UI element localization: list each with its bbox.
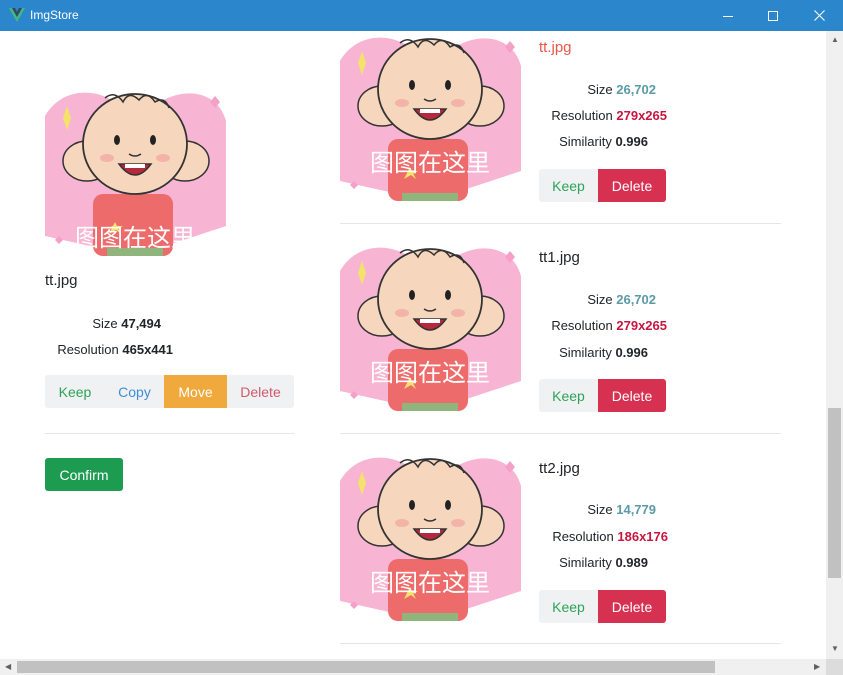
image-watermark: 图图在这里 <box>75 224 195 252</box>
delete-button[interactable]: Delete <box>227 375 294 408</box>
close-icon <box>813 10 825 21</box>
horizontal-scrollbar-thumb[interactable] <box>17 661 715 673</box>
size-label: Size <box>587 82 613 97</box>
duplicate-thumbnail: 图图在这里 <box>340 241 521 411</box>
original-resolution-row: Resolution 465x441 <box>45 342 173 358</box>
minimize-button[interactable] <box>705 0 751 31</box>
duplicate-resolution-row: Resolution 279x265 <box>539 108 667 124</box>
confirm-button[interactable]: Confirm <box>45 458 123 491</box>
similarity-label: Similarity <box>559 345 612 360</box>
image-watermark: 图图在这里 <box>370 359 490 387</box>
resolution-value: 279x265 <box>616 108 667 123</box>
content-area: 图图在这里 tt.jpg Size 47,494 Resolution 465x… <box>0 31 826 659</box>
duplicate-filename: tt2.jpg <box>539 460 580 477</box>
similarity-value: 0.996 <box>615 134 648 149</box>
duplicate-similarity-row: Similarity 0.989 <box>539 555 648 571</box>
duplicate-size-row: Size 26,702 <box>539 82 656 98</box>
maximize-icon <box>768 10 778 21</box>
scroll-left-arrow-icon[interactable]: ◀ <box>5 663 11 671</box>
minimize-icon <box>723 15 733 17</box>
duplicate-size-row: Size 26,702 <box>539 292 656 308</box>
image-watermark: 图图在这里 <box>370 569 490 597</box>
size-label: Size <box>587 502 613 517</box>
similarity-label: Similarity <box>559 555 612 570</box>
original-size-row: Size 47,494 <box>45 316 161 332</box>
size-label: Size <box>587 292 613 307</box>
size-value: 47,494 <box>121 316 161 331</box>
close-button[interactable] <box>796 0 842 31</box>
title-bar: ImgStore <box>0 0 843 31</box>
vertical-scrollbar-thumb[interactable] <box>828 408 841 578</box>
divider <box>45 433 294 434</box>
duplicate-filename: tt.jpg <box>539 39 572 56</box>
duplicate-thumbnail: 图图在这里 <box>340 31 521 201</box>
delete-button[interactable]: Delete <box>598 379 666 412</box>
resolution-label: Resolution <box>57 342 119 357</box>
resolution-label: Resolution <box>551 108 613 123</box>
keep-button[interactable]: Keep <box>45 375 105 408</box>
scroll-up-arrow-icon[interactable]: ▲ <box>831 36 839 44</box>
keep-button[interactable]: Keep <box>539 169 598 202</box>
resolution-label: Resolution <box>552 529 614 544</box>
maximize-button[interactable] <box>750 0 796 31</box>
scroll-down-arrow-icon[interactable]: ▼ <box>831 645 839 653</box>
original-thumbnail: 图图在这里 <box>45 86 226 256</box>
resolution-value: 279x265 <box>616 318 667 333</box>
vue-logo-icon <box>9 8 25 22</box>
divider <box>340 433 781 434</box>
delete-button[interactable]: Delete <box>598 169 666 202</box>
similarity-value: 0.989 <box>615 555 648 570</box>
duplicate-size-row: Size 14,779 <box>539 502 656 518</box>
move-button[interactable]: Move <box>164 375 227 408</box>
resolution-label: Resolution <box>551 318 613 333</box>
copy-button[interactable]: Copy <box>105 375 164 408</box>
size-label: Size <box>92 316 118 331</box>
duplicate-similarity-row: Similarity 0.996 <box>539 134 648 150</box>
size-value: 26,702 <box>616 82 656 97</box>
image-watermark: 图图在这里 <box>370 149 490 177</box>
size-value: 14,779 <box>616 502 656 517</box>
duplicate-resolution-row: Resolution 279x265 <box>539 318 667 334</box>
similarity-label: Similarity <box>559 134 612 149</box>
scrollbar-corner <box>826 659 843 675</box>
similarity-value: 0.996 <box>615 345 648 360</box>
original-filename: tt.jpg <box>45 272 78 289</box>
size-value: 26,702 <box>616 292 656 307</box>
resolution-value: 186x176 <box>617 529 668 544</box>
duplicate-thumbnail: 图图在这里 <box>340 451 521 621</box>
delete-button[interactable]: Delete <box>598 590 666 623</box>
duplicate-similarity-row: Similarity 0.996 <box>539 345 648 361</box>
duplicate-filename: tt1.jpg <box>539 249 580 266</box>
keep-button[interactable]: Keep <box>539 590 598 623</box>
resolution-value: 465x441 <box>122 342 173 357</box>
scroll-right-arrow-icon[interactable]: ▶ <box>814 663 820 671</box>
keep-button[interactable]: Keep <box>539 379 598 412</box>
window-title: ImgStore <box>30 8 79 22</box>
duplicate-resolution-row: Resolution 186x176 <box>539 529 668 545</box>
divider <box>340 223 781 224</box>
divider <box>340 643 781 644</box>
